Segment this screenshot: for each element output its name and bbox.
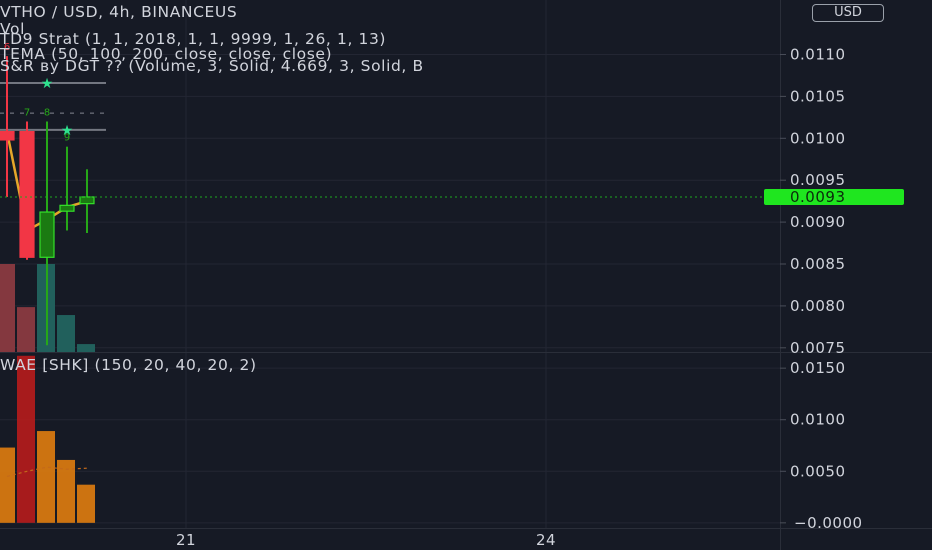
price-tick-label-6: 0.0105: [790, 87, 846, 105]
td9-label-1: 7: [24, 108, 30, 119]
wae-bar-0: [0, 447, 15, 523]
legend-sr[interactable]: S&R вy DGT ?? (Volume, 3, Solid, 4.669, …: [0, 57, 424, 75]
currency-button[interactable]: USD: [812, 4, 884, 22]
volume-bar-1: [17, 307, 35, 352]
legend-title[interactable]: VTHO / USD, 4h, BINANCEUS: [0, 3, 237, 21]
legend-wae[interactable]: WAE [SHK] (150, 20, 40, 20, 2): [0, 356, 257, 374]
price-tick-label-2: 0.0085: [790, 255, 846, 273]
td9-label-2: 8: [44, 108, 50, 119]
candle-body-3: [59, 204, 75, 212]
volume-bar-4: [77, 344, 95, 352]
wae-bar-4: [77, 484, 95, 523]
candle-body-0: [0, 130, 15, 141]
candle-body-4: [79, 196, 95, 205]
candle-body-2: [39, 211, 55, 258]
time-tick-label-1: 24: [536, 531, 556, 549]
price-tick-label-4: 0.0095: [790, 171, 846, 189]
trading-chart[interactable]: 67 89★★ 0.00750.00800.00850.00900.00950.0…: [0, 0, 932, 550]
wae-bar-1: [17, 355, 35, 523]
wae-tick-label-2: 0.0100: [790, 411, 846, 429]
price-tick-label-7: 0.0110: [790, 45, 846, 63]
time-tick-label-0: 21: [176, 531, 196, 549]
wae-tick-label-0: −0.0000: [794, 514, 863, 532]
price-tick-label-5: 0.0100: [790, 129, 846, 147]
wae-tick-label-1: 0.0050: [790, 462, 846, 480]
candle-1[interactable]: [19, 121, 35, 260]
volume-bar-3: [57, 315, 75, 352]
star-icon-1: ★: [61, 123, 74, 139]
star-icon-0: ★: [41, 76, 54, 92]
last-price-label: 0.0093: [790, 188, 846, 206]
wae-bar-2: [37, 431, 55, 523]
wae-tick-label-3: 0.0150: [790, 359, 846, 377]
candle-body-1: [19, 130, 35, 258]
price-tick-label-0: 0.0075: [790, 339, 846, 357]
price-tick-label-1: 0.0080: [790, 297, 846, 315]
price-tick-label-3: 0.0090: [790, 213, 846, 231]
volume-bar-0: [0, 264, 15, 352]
